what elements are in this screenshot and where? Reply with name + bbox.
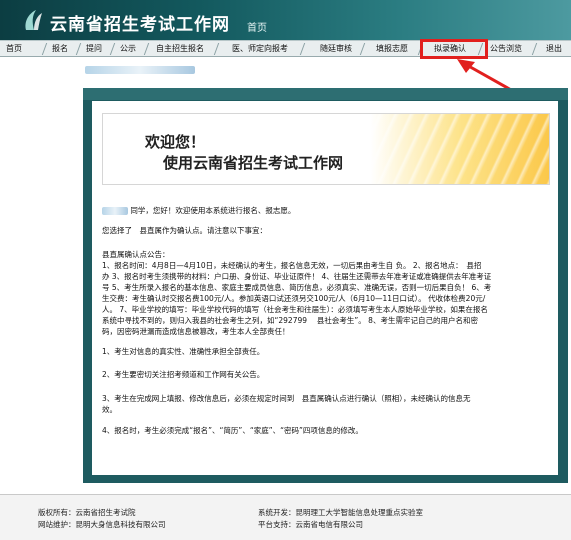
- highlight-box: [420, 39, 488, 59]
- nav-fill-preferences[interactable]: 填报志愿: [376, 43, 408, 55]
- nav-separator: [299, 43, 306, 55]
- footer-platform: 平台支持：云南省电信有限公司: [258, 520, 363, 529]
- item-4: 4、报名时，考生必须完成“报名”、“简历”、“家庭”、“密码”四项信息的修改。: [102, 426, 363, 435]
- footer-maintainer: 网站维护：昆明大身信息科技有限公司: [38, 520, 166, 529]
- nav-ask[interactable]: 提问: [86, 43, 102, 55]
- nav-publicity[interactable]: 公示: [120, 43, 136, 55]
- item-1: 1、考生对信息的真实性、准确性承担全部责任。: [102, 347, 265, 356]
- nav-separator: [359, 43, 366, 55]
- item-3: 3、考生在完成网上填报、修改信息后，必须在规定时间到 县直属确认点进行确认（照相…: [102, 393, 554, 415]
- nav-logout[interactable]: 退出: [546, 43, 562, 55]
- nav-home[interactable]: 首页: [6, 43, 22, 55]
- site-footer: 版权所有：云南省招生考试院 网站维护：昆明大身信息科技有限公司 系统开发：昆明理…: [0, 494, 571, 540]
- footer-developer: 系统开发：昆明理工大学智能信息处理重点实验室: [258, 508, 423, 517]
- nav-register[interactable]: 报名: [52, 43, 68, 55]
- logo-icon: [25, 10, 42, 30]
- welcome-subtitle: 使用云南省招生考试工作网: [163, 154, 344, 172]
- notice-line: 人。 7、毕业学校的填写：毕业学校代码的填写（社会考生和往届生）：必须填写考生本…: [102, 305, 488, 314]
- nav-independent-enrollment[interactable]: 自主招生报名: [156, 43, 204, 55]
- site-header: 云南省招生考试工作网 首页: [0, 0, 571, 40]
- home-link[interactable]: 首页: [247, 19, 267, 34]
- nav-separator: [41, 43, 48, 55]
- nav-separator: [143, 43, 150, 55]
- notice-line: 系统中寻找不到的，则归入我县的社会考生之列，如“292799 县社会考生”。 8…: [102, 316, 478, 325]
- welcome-title: 欢迎您！: [145, 133, 206, 151]
- notice-line: 生交费：考生确认时交报名费100元/人。参加英语口试还须另交100元/人（6月1…: [102, 294, 486, 303]
- nav-separator: [213, 43, 220, 55]
- user-info: [85, 66, 195, 75]
- main-panel: 欢迎您！ 使用云南省招生考试工作网 同学，您好！欢迎使用本系统进行报名、报志愿。…: [83, 88, 568, 483]
- notice-line: 号 5、考生所录入报名的基本信息、家庭主要成员信息、简历信息，必须真实、准确无误…: [102, 283, 492, 292]
- item-2: 2、考生要密切关注招考频道和工作网有关公告。: [102, 370, 265, 379]
- notice-line: 办 3、报名时考生须携带的材料：户口册、身份证、毕业证原件！ 4、往届生还需带去…: [102, 272, 492, 281]
- content-area: 欢迎您！ 使用云南省招生考试工作网 同学，您好！欢迎使用本系统进行报名、报志愿。…: [92, 101, 558, 475]
- notice-line: 码，因密码泄漏而造成信息被篡改，考生本人全部责任！: [102, 327, 290, 336]
- panel-header-bar: [83, 88, 568, 100]
- confirm-point-text: 您选择了 县直属作为确认点。请注意以下事宜：: [102, 226, 267, 235]
- nav-announcements[interactable]: 公告浏览: [490, 43, 522, 55]
- nav-review[interactable]: 随廷审核: [320, 43, 352, 55]
- welcome-banner: 欢迎您！ 使用云南省招生考试工作网: [102, 113, 550, 185]
- nav-separator: [109, 43, 116, 55]
- nav-separator: [531, 43, 538, 55]
- redacted-name: [102, 207, 128, 215]
- redacted-username: [85, 66, 195, 74]
- site-title[interactable]: 云南省招生考试工作网: [50, 10, 230, 35]
- item-3-line: 效。: [102, 405, 117, 414]
- item-3-line: 3、考生在完成网上填报、修改信息后，必须在规定时间到 县直属确认点进行确认（照相…: [102, 394, 471, 403]
- banner-decoration: [369, 114, 549, 184]
- greeting-text: 同学，您好！欢迎使用本系统进行报名、报志愿。: [102, 205, 554, 216]
- notice-block: 县直属确认点公告： 1、报名时间：4月8日—4月10日，未经确认的考生，报名信息…: [102, 249, 554, 337]
- nav-directed-application[interactable]: 医、师定向报考: [232, 43, 288, 55]
- notice-title: 县直属确认点公告：: [102, 250, 170, 259]
- footer-copyright: 版权所有：云南省招生考试院: [38, 508, 136, 517]
- nav-separator: [75, 43, 82, 55]
- notice-line: 1、报名时间：4月8日—4月10日，未经确认的考生，报名信息无效，一切后果由考生…: [102, 261, 482, 270]
